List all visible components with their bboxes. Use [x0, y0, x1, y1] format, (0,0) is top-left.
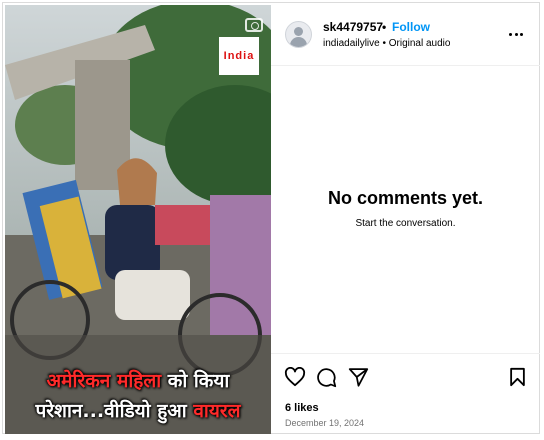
follow-button[interactable]: Follow — [392, 20, 430, 34]
heart-icon[interactable] — [284, 367, 306, 387]
share-icon[interactable] — [348, 367, 369, 387]
post-video[interactable]: India अमेरिकन महिला को किया परेशान...वीड… — [5, 5, 271, 434]
avatar[interactable] — [285, 21, 312, 48]
caption-line-2: परेशान...वीडियो हुआ वायरल — [5, 396, 271, 426]
action-bar: 6 likes December 19, 2024 — [271, 353, 540, 440]
post-date[interactable]: December 19, 2024 — [285, 418, 364, 428]
caption-red-text: अमेरिकन महिला — [46, 370, 162, 392]
camera-icon — [245, 18, 263, 32]
caption-line-1: अमेरिकन महिला को किया — [5, 366, 271, 396]
likes-count[interactable]: 6 likes — [285, 402, 319, 414]
post-sidebar: sk4479757 • Follow indiadailylive • Orig… — [271, 5, 540, 434]
author-username[interactable]: sk4479757 — [323, 20, 383, 34]
comment-icon[interactable] — [316, 367, 337, 388]
more-options-icon[interactable] — [509, 27, 523, 41]
empty-subtitle: Start the conversation. — [355, 218, 456, 229]
bookmark-icon[interactable] — [509, 367, 526, 387]
video-caption: अमेरिकन महिला को किया परेशान...वीडियो हु… — [5, 366, 271, 426]
audio-subline[interactable]: indiadailylive • Original audio — [323, 38, 450, 49]
caption-white-text: को किया — [161, 370, 230, 392]
caption-red-text: वायरल — [193, 400, 241, 422]
comments-empty-state: No comments yet. Start the conversation. — [271, 188, 540, 229]
channel-watermark: India — [219, 37, 259, 75]
caption-white-text: परेशान...वीडियो हुआ — [35, 400, 194, 422]
separator-dot: • — [382, 20, 387, 34]
empty-title: No comments yet. — [327, 188, 484, 208]
post-header: sk4479757 • Follow indiadailylive • Orig… — [271, 5, 540, 66]
